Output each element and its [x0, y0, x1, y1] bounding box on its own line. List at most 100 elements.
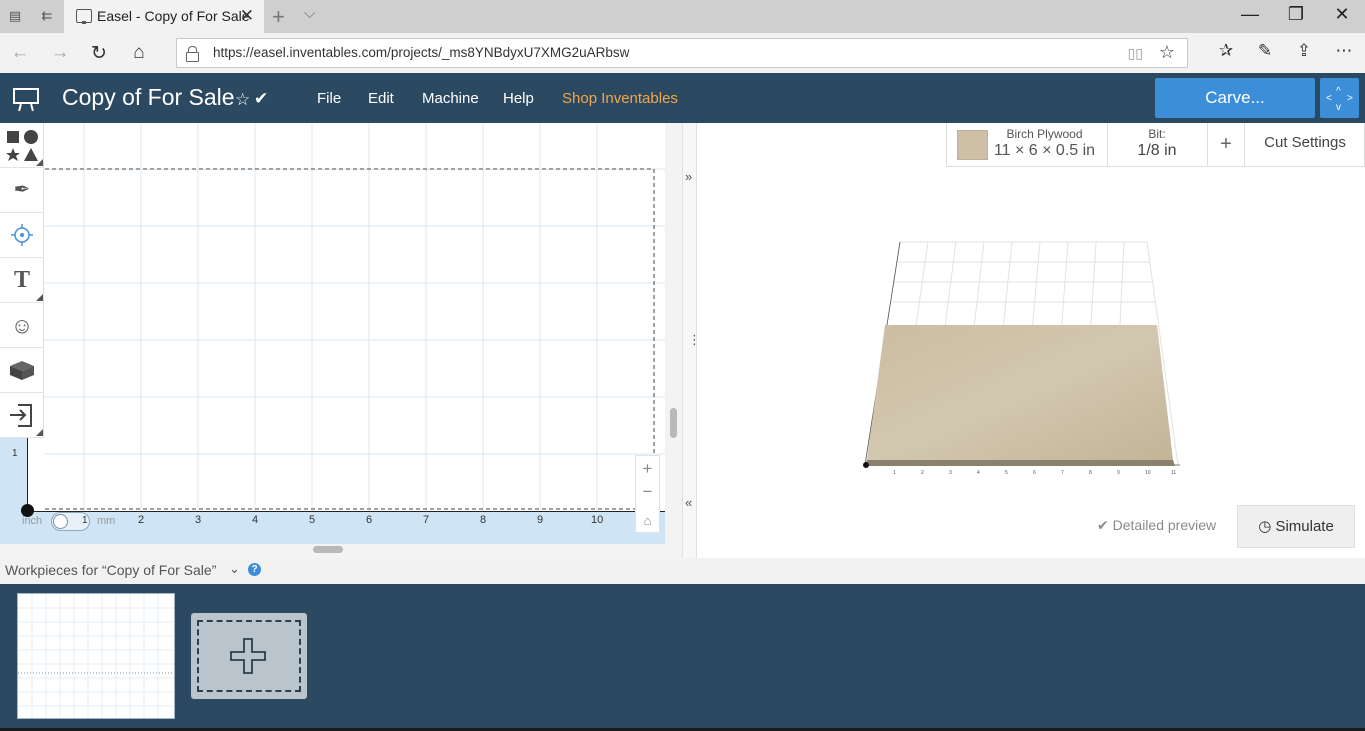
favorite-star-icon[interactable]: ☆ — [1159, 42, 1175, 63]
browser-tab[interactable]: Easel - Copy of For Sale ✕ — [64, 0, 264, 33]
unit-inch-label: inch — [22, 515, 43, 527]
zoom-home-icon[interactable]: ⌂ — [636, 508, 659, 533]
svg-text:7: 7 — [1061, 470, 1064, 476]
cut-settings-button[interactable]: Cut Settings — [1245, 134, 1365, 151]
zoom-in-icon[interactable]: + — [636, 456, 659, 481]
x-tick-label: 4 — [252, 514, 259, 526]
menu-help[interactable]: Help — [503, 90, 534, 107]
tab-title: Easel - Copy of For Sale — [97, 8, 250, 24]
canvas-horizontal-scrollbar[interactable] — [0, 544, 682, 558]
refresh-icon[interactable]: ↻ — [87, 42, 111, 65]
apps-tool[interactable] — [0, 348, 44, 393]
workpiece-thumbnail[interactable] — [17, 593, 175, 719]
clock-icon: ◷ — [1258, 518, 1272, 535]
3d-material-preview[interactable]: 1 2 3 4 5 6 7 8 9 10 11 — [855, 235, 1185, 480]
point-tool[interactable] — [0, 213, 44, 258]
zoom-controls: + − ⌂ — [635, 455, 660, 533]
material-name[interactable]: Birch Plywood — [992, 127, 1097, 141]
app-header: Copy of For Sale ☆ ✔ File Edit Machine H… — [0, 73, 1365, 123]
home-icon[interactable]: ⌂ — [127, 42, 151, 64]
material-boundary — [44, 168, 655, 510]
pen-tool[interactable]: ✒ — [0, 168, 44, 213]
x-axis-line — [27, 511, 665, 512]
add-workpiece-button[interactable] — [191, 613, 307, 699]
collapse-right-icon[interactable]: » — [685, 169, 692, 184]
simulate-button[interactable]: ◷ Simulate — [1237, 505, 1355, 548]
url-text[interactable]: https://easel.inventables.com/projects/_… — [213, 45, 629, 60]
forward-icon[interactable]: → — [48, 42, 72, 64]
import-tool[interactable] — [0, 393, 44, 438]
x-tick-label: 5 — [309, 514, 316, 526]
material-dimensions[interactable]: 11 × 6 × 0.5 in — [992, 142, 1097, 160]
project-title[interactable]: Copy of For Sale — [62, 84, 235, 111]
bit-value[interactable]: 1/8 in — [1107, 142, 1207, 160]
svg-text:10: 10 — [1145, 470, 1151, 476]
easel-logo-icon[interactable] — [13, 86, 39, 112]
svg-text:8: 8 — [1089, 470, 1092, 476]
expand-preview-button[interactable]: ^ < > v — [1320, 78, 1359, 118]
favorites-hub-icon[interactable]: ✰ — [1213, 41, 1239, 61]
point-icon — [11, 224, 33, 246]
icons-tool[interactable]: ☺ — [0, 303, 44, 348]
canvas-vertical-scrollbar[interactable] — [665, 123, 682, 544]
svg-text:9: 9 — [1117, 470, 1120, 476]
shapes-tool[interactable] — [0, 123, 44, 168]
favorite-project-star-icon[interactable]: ☆ — [235, 90, 250, 110]
show-tabs-aside-icon[interactable]: ⇇ — [38, 8, 56, 24]
material-bar: Birch Plywood 11 × 6 × 0.5 in Bit: 1/8 i… — [946, 123, 1365, 167]
menu-machine[interactable]: Machine — [422, 90, 479, 107]
workpieces-header: Workpieces for “Copy of For Sale” ⌄ ? — [0, 558, 1365, 584]
svg-text:2: 2 — [921, 470, 924, 476]
reading-view-icon[interactable]: ▯▯ — [1128, 45, 1143, 62]
canvas-grid — [44, 123, 665, 512]
apps-icon — [10, 361, 34, 380]
unit-mm-label: mm — [97, 515, 116, 527]
collapse-left-icon[interactable]: « — [685, 495, 692, 510]
material-top-face — [867, 325, 1173, 460]
tab-preview-chevron-icon[interactable]: ⌵ — [304, 5, 315, 22]
lock-icon — [186, 46, 199, 62]
material-front-edge — [865, 460, 1175, 466]
tab-set-aside-icon[interactable]: ▤ — [6, 8, 24, 24]
minimize-icon[interactable]: — — [1235, 4, 1265, 25]
bit-label: Bit: — [1148, 127, 1166, 141]
design-canvas[interactable] — [44, 123, 665, 512]
new-tab-icon[interactable]: + — [272, 4, 285, 30]
address-bar[interactable]: https://easel.inventables.com/projects/_… — [176, 38, 1188, 68]
workpiece-thumbnail-grid — [18, 594, 174, 718]
close-tab-icon[interactable]: ✕ — [240, 6, 254, 26]
x-tick-label: 8 — [480, 514, 487, 526]
carve-button[interactable]: Carve... — [1155, 78, 1315, 118]
easel-favicon-icon — [76, 9, 92, 24]
unit-toggle-knob — [53, 514, 68, 529]
address-toolbar: ← → ↻ ⌂ https://easel.inventables.com/pr… — [0, 33, 1365, 73]
pen-icon: ✒ — [13, 179, 31, 201]
text-tool[interactable]: T — [0, 258, 44, 303]
window-close-icon[interactable]: ✕ — [1327, 4, 1357, 25]
x-tick-label: 6 — [366, 514, 373, 526]
share-icon[interactable]: ⇪ — [1291, 41, 1317, 61]
help-icon[interactable]: ? — [248, 563, 261, 576]
menu-file[interactable]: File — [317, 90, 341, 107]
more-icon[interactable]: ⋯ — [1331, 41, 1357, 61]
unit-toggle-value: 1 — [82, 515, 88, 526]
x-tick-label: 3 — [195, 514, 202, 526]
unit-toggle[interactable]: 1 — [51, 512, 90, 531]
saved-check-icon: ✔ — [254, 89, 269, 108]
x-tick-label: 10 — [591, 514, 604, 526]
plus-icon — [230, 638, 266, 674]
restore-icon[interactable]: ❐ — [1281, 4, 1311, 25]
back-icon[interactable]: ← — [8, 42, 32, 64]
add-bit-button[interactable]: + — [1209, 133, 1243, 156]
menu-edit[interactable]: Edit — [368, 90, 394, 107]
menu-shop-inventables[interactable]: Shop Inventables — [562, 90, 678, 107]
check-icon: ✔ — [1097, 517, 1109, 533]
x-tick-label: 9 — [537, 514, 544, 526]
material-swatch[interactable] — [957, 130, 988, 160]
panel-divider[interactable]: » ⋮ « — [682, 123, 701, 558]
detailed-preview-toggle[interactable]: ✔ Detailed preview — [1097, 517, 1216, 534]
collapse-chevron-icon[interactable]: ⌄ — [229, 561, 240, 577]
web-note-pen-icon[interactable]: ✎ — [1252, 41, 1278, 61]
svg-text:6: 6 — [1033, 470, 1036, 476]
zoom-out-icon[interactable]: − — [636, 479, 659, 504]
